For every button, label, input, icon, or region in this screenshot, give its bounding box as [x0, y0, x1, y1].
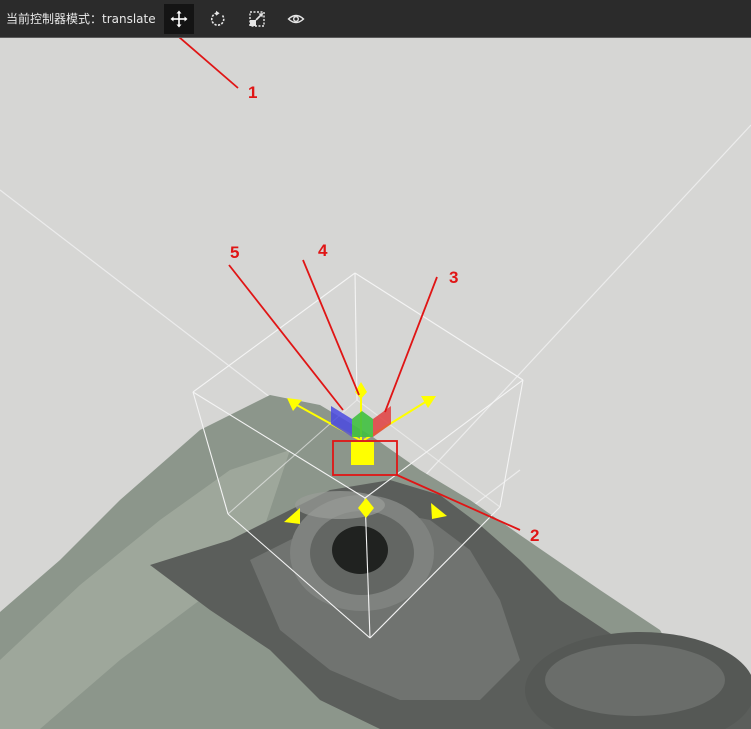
point-cloud-disc-edge: [545, 644, 725, 716]
rotate-mode-button[interactable]: [203, 4, 233, 34]
3d-viewport[interactable]: 1 2 3 4 5: [0, 38, 751, 729]
gizmo-center-handle[interactable]: [351, 442, 374, 465]
visibility-toggle-button[interactable]: [281, 4, 311, 34]
scene-canvas[interactable]: 1 2 3 4 5: [0, 38, 751, 729]
gizmo-arrow-right[interactable]: [421, 396, 436, 408]
annotation-label-5: 5: [230, 243, 239, 262]
annotation-label-3: 3: [449, 268, 458, 287]
scale-mode-button[interactable]: [242, 4, 272, 34]
scale-icon: [248, 10, 265, 27]
controller-mode-label: 当前控制器模式：translate: [6, 12, 156, 26]
translate-mode-button[interactable]: [163, 3, 194, 34]
eye-icon: [287, 14, 305, 23]
move-arrows-icon: [170, 10, 188, 27]
annotation-label-2: 2: [530, 526, 539, 545]
gizmo-plane-red[interactable]: [373, 406, 391, 437]
rotate-icon: [210, 10, 225, 26]
annotation-label-4: 4: [318, 241, 328, 260]
point-cloud-bolt-hole: [332, 526, 388, 574]
gizmo-plane-green[interactable]: [352, 411, 373, 437]
toolbar: 当前控制器模式：translate: [0, 0, 751, 38]
annotation-label-1: 1: [248, 83, 257, 102]
